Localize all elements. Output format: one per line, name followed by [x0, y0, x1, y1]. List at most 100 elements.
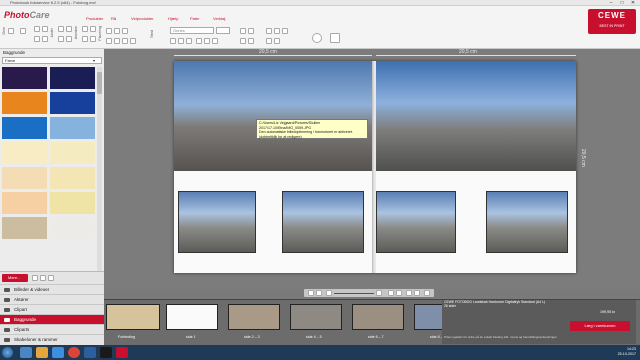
chevron-down-icon[interactable]: ▾	[93, 58, 95, 63]
prev-page-icon[interactable]	[406, 290, 412, 296]
text-color-icon[interactable]	[240, 28, 246, 34]
view-single-icon[interactable]	[308, 290, 314, 296]
category-item[interactable]: Aktører	[0, 294, 104, 304]
align-right-icon[interactable]	[212, 38, 218, 44]
text-bg-icon[interactable]	[248, 28, 254, 34]
color-swatch[interactable]	[2, 67, 47, 89]
color-swatch[interactable]	[2, 167, 47, 189]
menu-vaerktoej[interactable]: Verktøj	[213, 16, 225, 21]
align-left-icon[interactable]	[196, 38, 202, 44]
text-shadow-icon[interactable]	[248, 38, 254, 44]
border-icon[interactable]	[122, 28, 128, 34]
thumb-page-6-7[interactable]	[352, 304, 404, 330]
align-icon[interactable]	[82, 36, 88, 42]
color-swatch[interactable]	[2, 117, 47, 139]
fit-page-icon[interactable]	[388, 290, 394, 296]
menu-produkter[interactable]: Produkter	[86, 16, 103, 21]
thumb-page-2-3[interactable]	[228, 304, 280, 330]
left-page[interactable]	[174, 61, 374, 273]
thumb-cover[interactable]	[106, 304, 160, 330]
group-icon[interactable]	[90, 36, 96, 42]
indent-icon[interactable]	[274, 28, 280, 34]
bring-front-icon[interactable]	[82, 26, 88, 32]
filter-icon[interactable]	[48, 275, 54, 281]
flip-icon[interactable]	[66, 26, 72, 32]
symbol-icon[interactable]	[282, 28, 288, 34]
menu-raa[interactable]: Rå	[111, 16, 116, 21]
thumb-page-4-5[interactable]	[290, 304, 342, 330]
photocare-task-icon[interactable]	[116, 347, 128, 358]
files-icon[interactable]	[36, 347, 48, 358]
ribbon-settings-icon[interactable]	[330, 33, 340, 43]
ribbon-more-icon[interactable]	[312, 33, 322, 43]
explorer-icon[interactable]	[20, 347, 32, 358]
fullscreen-icon[interactable]	[396, 290, 402, 296]
zoom-slider[interactable]	[334, 293, 374, 294]
left-panorama-photo[interactable]	[174, 61, 374, 171]
menu-hjaelp[interactable]: Hjælp	[168, 16, 178, 21]
start-button[interactable]	[2, 347, 13, 358]
crop-icon[interactable]	[66, 36, 72, 42]
fit-text-icon[interactable]	[274, 38, 280, 44]
scroll-thumb[interactable]	[97, 72, 102, 94]
color-swatch[interactable]	[2, 92, 47, 114]
color-swatch[interactable]	[50, 167, 95, 189]
category-item[interactable]: Billeder & videoer	[0, 284, 104, 294]
color-swatch[interactable]	[50, 142, 95, 164]
font-family-select[interactable]: Onnes	[170, 27, 214, 34]
shadow-icon[interactable]	[106, 38, 112, 44]
italic-icon[interactable]	[178, 38, 184, 44]
more-button[interactable]: Mere...	[2, 274, 28, 282]
open-icon[interactable]	[20, 28, 26, 34]
effect-icon[interactable]	[122, 38, 128, 44]
list-icon[interactable]	[266, 28, 272, 34]
position-icon[interactable]	[106, 28, 112, 34]
zoom-in-icon[interactable]	[376, 290, 382, 296]
word-icon[interactable]	[84, 347, 96, 358]
photo-right-2[interactable]	[486, 191, 568, 253]
mask-icon[interactable]	[114, 38, 120, 44]
category-item[interactable]: Cliparts	[0, 324, 104, 334]
thumb-page-1[interactable]	[166, 304, 218, 330]
next-page-icon[interactable]	[414, 290, 420, 296]
color-swatch[interactable]	[2, 217, 47, 239]
color-swatch[interactable]	[50, 117, 95, 139]
align-center-icon[interactable]	[204, 38, 210, 44]
view-grid-icon[interactable]	[316, 290, 322, 296]
undo-icon[interactable]	[34, 26, 40, 32]
font-size-select[interactable]	[216, 27, 230, 34]
text-frame-icon[interactable]	[266, 38, 272, 44]
photobook-spread[interactable]	[174, 61, 576, 273]
color-swatch[interactable]	[2, 142, 47, 164]
color-swatch[interactable]	[2, 192, 47, 214]
photo-left-1[interactable]	[178, 191, 256, 253]
ie-icon[interactable]	[52, 347, 64, 358]
color-swatch[interactable]	[50, 217, 95, 239]
copy-icon[interactable]	[34, 36, 40, 42]
line-spacing-icon[interactable]	[240, 38, 246, 44]
right-page[interactable]	[376, 61, 576, 273]
preview-icon[interactable]	[424, 290, 430, 296]
category-item[interactable]: Clipart	[0, 304, 104, 314]
category-item[interactable]: Skabeloner & rammer	[0, 334, 104, 344]
zoom-out-icon[interactable]	[326, 290, 332, 296]
menu-vidprodukter[interactable]: Vidprodukter	[131, 16, 154, 21]
color-swatch[interactable]	[50, 192, 95, 214]
background-filter-select[interactable]: Farve	[2, 57, 102, 64]
chrome-icon[interactable]	[68, 347, 80, 358]
delete-icon[interactable]	[58, 36, 64, 42]
rotate-icon[interactable]	[58, 26, 64, 32]
add-icon[interactable]	[32, 275, 38, 281]
underline-icon[interactable]	[186, 38, 192, 44]
redo-icon[interactable]	[42, 26, 48, 32]
right-panorama-photo[interactable]	[376, 61, 576, 171]
send-back-icon[interactable]	[90, 26, 96, 32]
paste-icon[interactable]	[42, 36, 48, 42]
save-icon[interactable]	[8, 28, 14, 34]
size-icon[interactable]	[114, 28, 120, 34]
opacity-icon[interactable]	[130, 38, 136, 44]
category-item[interactable]: Baggrunde	[0, 314, 104, 324]
add-to-cart-button[interactable]: Læg i varekurven	[570, 321, 630, 331]
menu-pater[interactable]: Pater	[190, 16, 200, 21]
photo-left-2[interactable]	[282, 191, 364, 253]
